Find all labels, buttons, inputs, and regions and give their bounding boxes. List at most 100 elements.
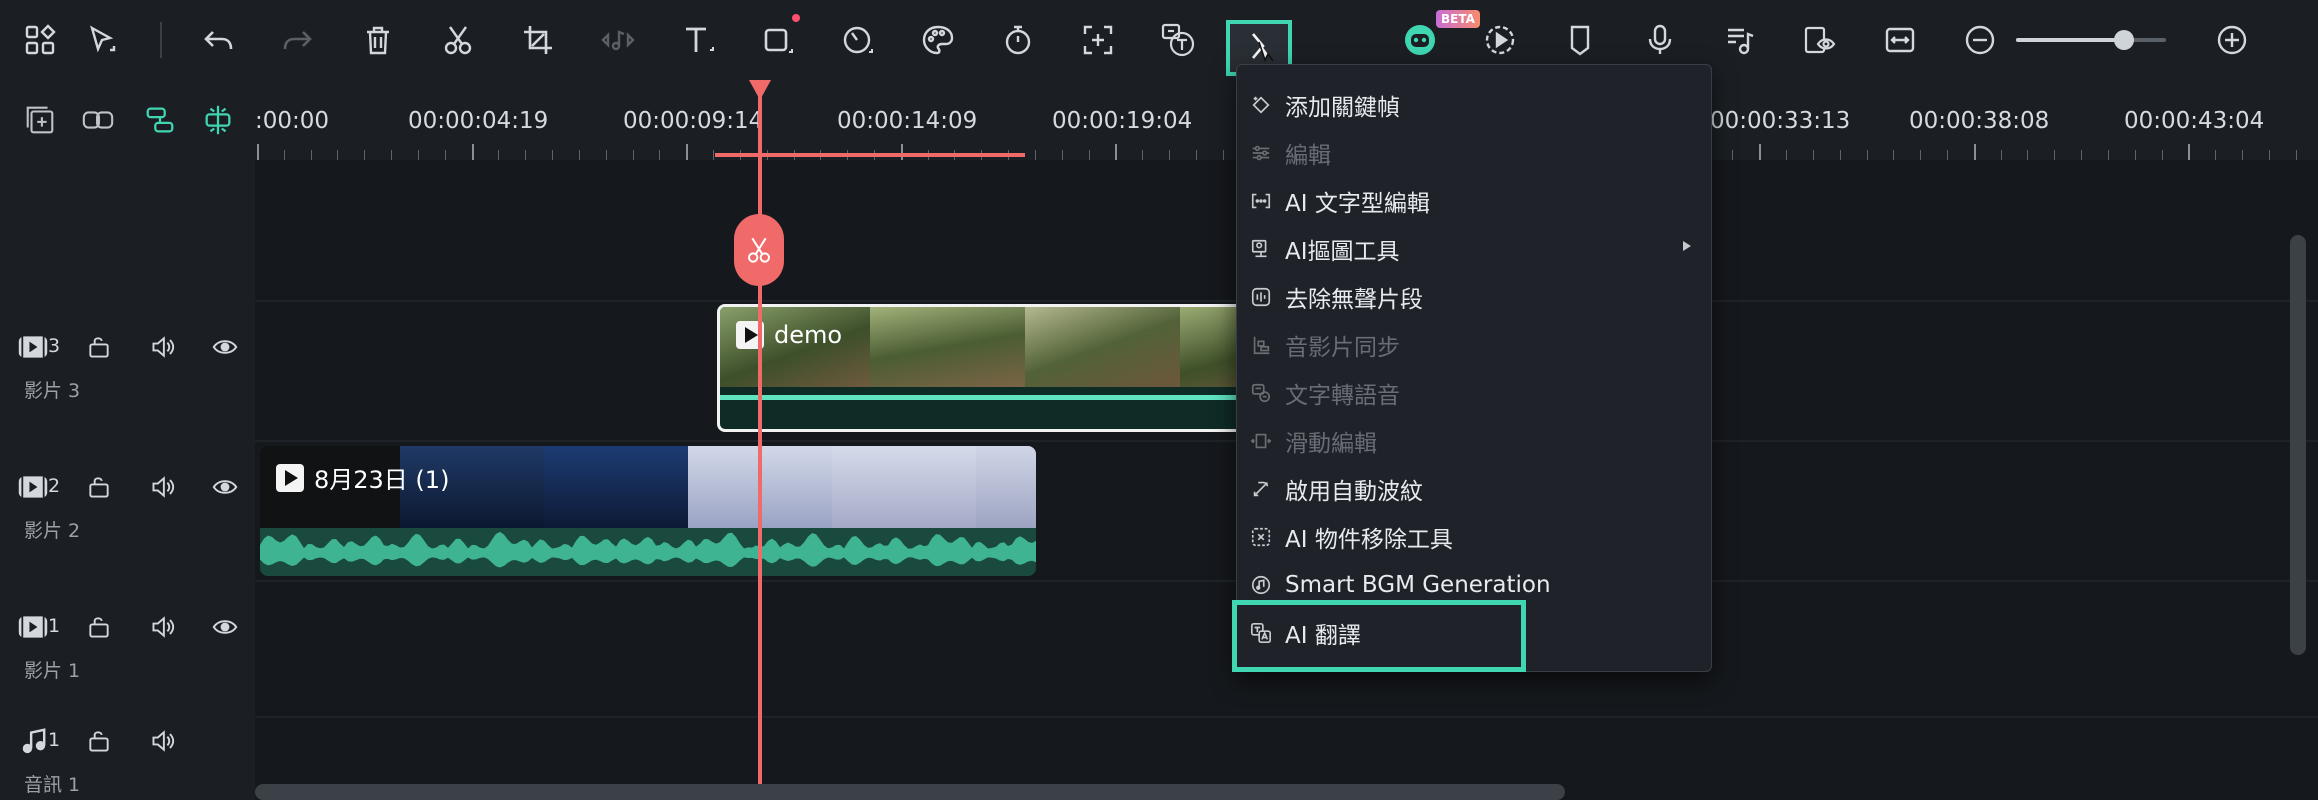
layout-icon[interactable] [10,10,70,70]
menu-item-remove-silence[interactable]: 去除無聲片段 [1237,273,1711,321]
silence-removal-icon [1247,283,1275,311]
clip-name: demo [774,321,843,349]
ruler-tick [471,144,474,160]
lock-icon[interactable] [80,610,118,644]
menu-item-av-sync[interactable]: 音影片同步 [1237,321,1711,369]
speed-icon[interactable] [828,10,888,70]
vertical-scrollbar[interactable] [2290,235,2306,655]
lock-icon[interactable] [80,330,118,364]
ai-cutout-icon [1247,235,1275,263]
mute-icon[interactable] [144,610,182,644]
ruler-tick [1115,144,1118,160]
fit-icon[interactable] [1870,10,1930,70]
ruler-tick [1034,150,1036,160]
track-number: 1 [48,729,61,751]
magnetic-icon[interactable] [138,98,182,142]
ruler-tick [1946,150,1948,160]
speech-to-text-icon[interactable] [1148,10,1208,70]
mute-icon[interactable] [144,470,182,504]
ruler-tick [2215,150,2217,160]
horizontal-scrollbar[interactable] [255,784,1565,800]
menu-item-auto-ripple[interactable]: 啟用自動波紋 [1237,465,1711,513]
audio-edit-icon[interactable] [588,10,648,70]
menu-item-add-keyframe[interactable]: 添加關鍵幀 [1237,81,1711,129]
ruler-tick [1866,150,1868,160]
zoom-out-icon[interactable] [1950,10,2010,70]
track-label: 影片 3 [24,380,81,402]
ruler-tick [552,150,554,160]
zoom-slider[interactable] [2016,30,2166,50]
ruler-tick [310,150,312,160]
menu-item-label: 添加關鍵幀 [1285,95,1400,121]
ruler-tick [525,150,527,160]
audio-stretch-icon[interactable] [1710,10,1770,70]
zoom-slider-handle[interactable] [2114,30,2134,50]
track-number: 3 [48,335,61,357]
redo-icon[interactable] [268,10,328,70]
ruler-tick [2242,150,2244,160]
menu-item-slide-edit[interactable]: 滑動編輯 [1237,417,1711,465]
undo-icon[interactable] [188,10,248,70]
menu-item-ai-cutout[interactable]: AI摳圖工具 [1237,225,1711,273]
ruler-label: 00:00:04:19 [408,108,549,134]
zoom-in-icon[interactable] [2202,10,2262,70]
visibility-eye-icon[interactable] [206,330,244,364]
menu-item-label: Smart BGM Generation [1285,572,1551,598]
crop-icon[interactable] [508,10,568,70]
render-preview-icon[interactable] [1470,10,1530,70]
playhead-marker[interactable] [749,80,771,100]
ruler-tick [2295,150,2297,160]
track-label: 音訊 1 [24,774,81,796]
snap-icon[interactable] [196,98,240,142]
menu-item-label: 音影片同步 [1285,335,1400,361]
toolbar-divider [160,22,162,58]
ruler-tick [1142,150,1144,160]
new-indicator-dot [792,14,800,22]
split-scissor-handle[interactable] [734,214,784,286]
ruler-tick [2107,150,2109,160]
visibility-eye-icon[interactable] [206,470,244,504]
ruler-label: 00:00:43:04 [2124,108,2265,134]
ruler-tick [1732,150,1734,160]
video-clip-aug23[interactable]: 8月23日 (1) [260,446,1036,576]
ai-expand-icon[interactable] [1068,10,1128,70]
ruler-tick [578,150,580,160]
lock-icon[interactable] [80,470,118,504]
color-icon[interactable] [908,10,968,70]
ruler-tick [364,150,366,160]
ruler-label: 00:00:09:14 [623,108,764,134]
mute-icon[interactable] [144,724,182,758]
preview-eye-icon[interactable] [1790,10,1850,70]
ruler-tick [1088,150,1090,160]
visibility-eye-icon[interactable] [206,610,244,644]
delete-icon[interactable] [348,10,408,70]
mute-icon[interactable] [144,330,182,364]
ruler-tick [2027,150,2029,160]
ruler-tick [900,144,903,160]
ruler-label: 00:00:19:04 [1052,108,1193,134]
menu-item-label: 滑動編輯 [1285,431,1377,457]
marker-icon[interactable] [1550,10,1610,70]
menu-item-label: 編輯 [1285,143,1331,169]
timer-icon[interactable] [988,10,1048,70]
ruler-tick [2000,150,2002,160]
menu-item-ai-object-removal[interactable]: AI 物件移除工具 [1237,513,1711,561]
playhead-line[interactable] [758,80,762,800]
menu-item-ai-text-edit[interactable]: AI 文字型編輯 [1237,177,1711,225]
menu-item-text-to-speech[interactable]: 文字轉語音 [1237,369,1711,417]
voiceover-icon[interactable] [1630,10,1690,70]
menu-item-label: 去除無聲片段 [1285,287,1423,313]
add-track-icon[interactable] [18,98,62,142]
audio-waveform [260,528,1036,576]
cut-icon[interactable] [428,10,488,70]
ruler-tick [417,150,419,160]
adjust-icon [1247,139,1275,167]
menu-item-edit[interactable]: 編輯 [1237,129,1711,177]
select-tool-icon[interactable] [72,10,132,70]
menu-item-label: 文字轉語音 [1285,383,1400,409]
link-icon[interactable] [76,98,120,142]
ruler-tick [1973,144,1976,160]
lock-icon[interactable] [80,724,118,758]
ruler-tick [1920,150,1922,160]
text-icon[interactable] [668,10,728,70]
